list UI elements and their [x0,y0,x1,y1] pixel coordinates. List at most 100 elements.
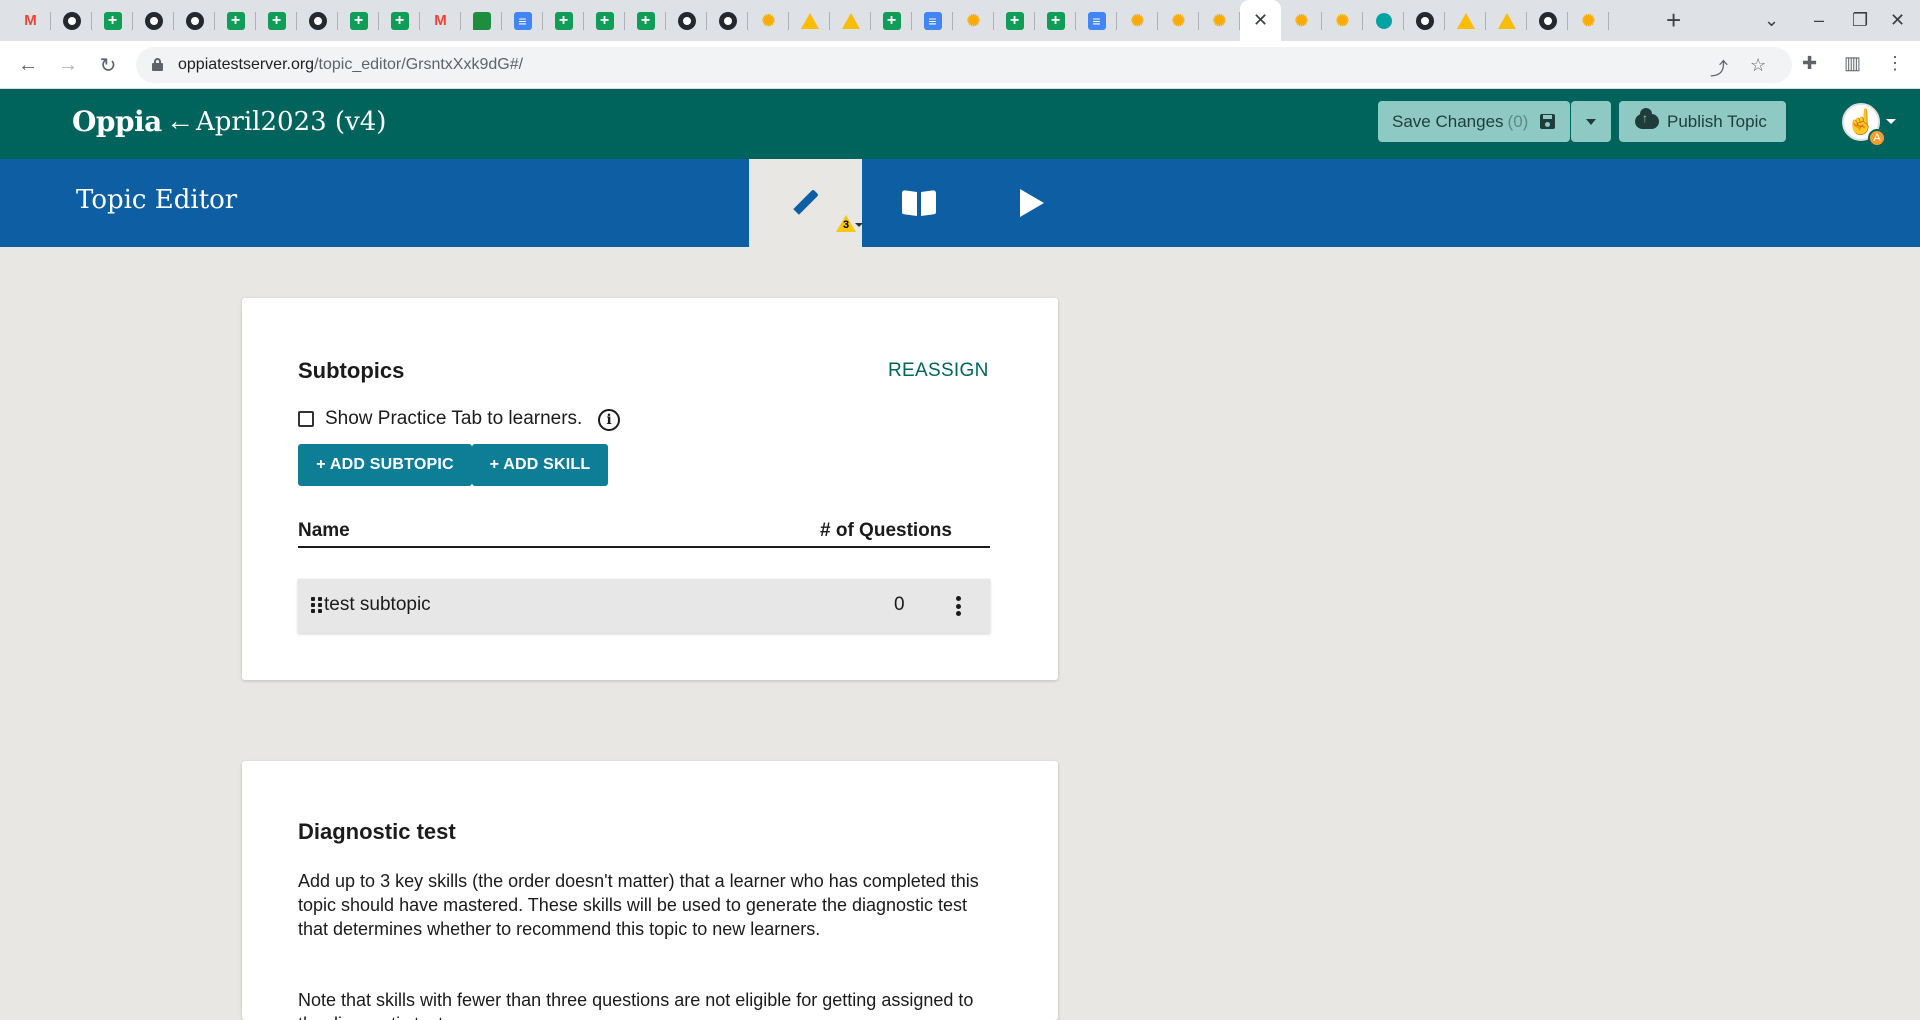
browser-tab[interactable]: ✕ [1240,0,1281,41]
browser-tab[interactable] [584,0,625,41]
lock-icon[interactable] [152,58,163,71]
subtopic-row[interactable]: test subtopic 0 [298,579,990,633]
tab-preview[interactable] [862,159,975,247]
save-changes-button[interactable]: Save Changes (0) [1378,101,1570,142]
new-tab-icon[interactable]: + [1666,6,1681,34]
browser-tab[interactable]: ✺ [1322,0,1363,41]
bulb-icon: ✺ [1212,12,1227,30]
column-header-questions: # of Questions [820,520,952,541]
browser-tab[interactable] [338,0,379,41]
back-icon[interactable]: ← [14,51,42,79]
browser-tab[interactable] [1445,0,1486,41]
cloud-upload-icon [1635,108,1659,129]
bookmark-star-icon[interactable]: ☆ [1750,55,1766,76]
drive-icon [841,12,860,29]
browser-tab[interactable]: M [420,0,461,41]
browser-tab[interactable] [256,0,297,41]
browser-tab[interactable] [625,0,666,41]
browser-tab[interactable] [133,0,174,41]
browser-tab[interactable] [789,0,830,41]
browser-tab[interactable] [215,0,256,41]
browser-tab[interactable]: M [10,0,51,41]
avatar-badge: A [1868,129,1886,147]
github-icon [185,11,204,30]
topic-name: April2023 (v4) [196,107,387,137]
play-icon [1019,189,1044,217]
browser-tab[interactable] [1076,0,1117,41]
info-icon[interactable]: i [598,409,620,431]
browser-tab[interactable] [830,0,871,41]
browser-tab[interactable] [461,0,502,41]
browser-tab[interactable] [502,0,543,41]
practice-tab-checkbox[interactable] [298,411,314,427]
browser-tab[interactable] [1035,0,1076,41]
more-options-icon[interactable] [956,596,962,616]
save-changes-label: Save Changes [1392,111,1504,131]
reload-icon[interactable]: ↻ [94,51,122,79]
url-text[interactable]: oppiatestserver.org/topic_editor/GrsntxX… [178,56,523,74]
diagnostic-description: Add up to 3 key skills (the order doesn'… [298,871,979,939]
browser-tab[interactable]: ✺ [953,0,994,41]
browser-tab[interactable]: ✺ [1568,0,1609,41]
diagnostic-title: Diagnostic test [298,819,456,844]
add-skill-button[interactable]: + ADD SKILL [472,444,608,486]
address-bar[interactable]: oppiatestserver.org/topic_editor/GrsntxX… [136,47,1792,83]
oppia-logo[interactable]: Oppia [72,105,162,138]
browser-tab[interactable] [666,0,707,41]
reassign-button[interactable]: REASSIGN [888,360,989,382]
browser-tab[interactable]: ✺ [748,0,789,41]
tab-editor[interactable] [749,159,862,247]
forward-icon[interactable]: → [54,51,82,79]
diagnostic-note: Note that skills with fewer than three q… [298,990,974,1020]
side-panel-icon[interactable]: ▥ [1844,53,1861,74]
browser-tab[interactable]: ✺ [1281,0,1322,41]
share-icon[interactable]: ⤴ [1710,55,1728,81]
docs-icon [1087,11,1106,30]
browser-tab[interactable] [707,0,748,41]
github-icon [1538,11,1557,30]
browser-tab[interactable] [174,0,215,41]
browser-tab[interactable] [912,0,953,41]
subtopic-name[interactable]: test subtopic [324,594,431,616]
browser-tab[interactable]: ✺ [1158,0,1199,41]
minimize-icon[interactable]: – [1814,8,1824,32]
github-icon [718,11,737,30]
drag-handle-icon[interactable] [311,597,323,613]
browser-tab[interactable] [379,0,420,41]
browser-tab[interactable] [92,0,133,41]
drive-icon [1497,12,1516,29]
browser-tab[interactable] [994,0,1035,41]
profile-dropdown-caret-icon[interactable] [1886,119,1896,124]
close-tab-icon[interactable]: ✕ [1253,10,1268,31]
bulb-icon: ✺ [1171,12,1186,30]
subtopic-question-count: 0 [894,594,905,615]
header-divider [298,546,990,548]
browser-tab[interactable] [51,0,92,41]
browser-tab[interactable] [1363,0,1404,41]
browser-tab[interactable] [1404,0,1445,41]
browser-tab[interactable]: ✺ [1199,0,1240,41]
publish-topic-button[interactable]: Publish Topic [1619,101,1786,142]
bulb-icon: ✺ [966,12,981,30]
browser-tab[interactable] [1486,0,1527,41]
add-subtopic-button[interactable]: + ADD SUBTOPIC [298,444,472,486]
extensions-icon[interactable]: ✚ [1802,53,1817,74]
browser-tab[interactable] [297,0,338,41]
save-dropdown-button[interactable] [1571,101,1611,142]
browser-tab[interactable] [543,0,584,41]
sheets-icon [636,11,655,30]
close-window-icon[interactable]: ✕ [1890,8,1905,32]
browser-tab[interactable] [1527,0,1568,41]
tab-search-icon[interactable]: ⌄ [1764,8,1779,32]
browser-menu-icon[interactable]: ⋮ [1886,53,1904,74]
sheets-icon [267,11,286,30]
browser-tab[interactable] [871,0,912,41]
browser-tab[interactable]: ✺ [1117,0,1158,41]
tab-play[interactable] [975,159,1088,247]
sheets-icon [595,11,614,30]
github-icon [308,11,327,30]
restore-icon[interactable]: ❐ [1852,8,1868,32]
gmail-icon: M [24,12,37,29]
sheets-icon [554,11,573,30]
back-arrow-icon[interactable]: ← [166,105,194,137]
